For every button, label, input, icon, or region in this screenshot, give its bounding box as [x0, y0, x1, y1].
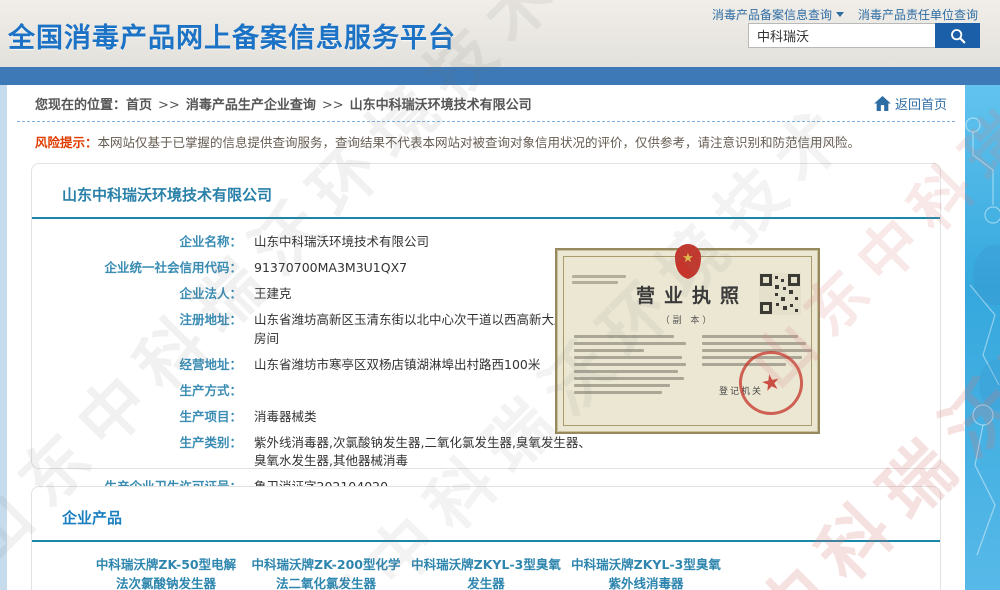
breadcrumb-current: 山东中科瑞沃环境技术有限公司: [350, 98, 532, 113]
field-value: 91370700MA3M3U1QX7: [254, 259, 407, 277]
home-icon: [874, 96, 891, 111]
field-label: 生产方式：: [32, 382, 242, 400]
license-inner-border: ★: [563, 256, 812, 426]
page-header: 全国消毒产品网上备案信息服务平台 消毒产品备案信息查询 消毒产品责任单位查询: [0, 0, 1000, 67]
svg-text:★: ★: [682, 251, 694, 266]
search-input[interactable]: [748, 23, 935, 48]
risk-notice-text: 本网站仅基于已掌握的信息提供查询服务，查询结果不代表本网站对被查询对象信用状况的…: [98, 135, 861, 150]
product-link-zk50[interactable]: 中科瑞沃牌ZK-50型电解法次氯酸钠发生器: [90, 555, 242, 590]
molecule-decoration: [965, 85, 1000, 590]
field-label: 经营地址：: [32, 356, 242, 374]
products-section-title: 企业产品: [32, 487, 940, 528]
panel-title-underline: [32, 217, 940, 219]
main-content: 您现在的位置：首页 >> 消毒产品生产企业查询 >> 山东中科瑞沃环境技术有限公司 返回…: [0, 85, 965, 590]
license-qr-code: [759, 273, 801, 319]
risk-notice: 风险提示：本网站仅基于已掌握的信息提供查询服务，查询结果不代表本网站对被查询对象…: [7, 122, 965, 157]
site-title: 全国消毒产品网上备案信息服务平台: [8, 16, 456, 55]
breadcrumb-separator: >>: [322, 98, 344, 113]
breadcrumb-separator: >>: [158, 98, 180, 113]
products-panel: 企业产品 中科瑞沃牌ZK-50型电解法次氯酸钠发生器 中科瑞沃牌ZK-200型化…: [31, 486, 941, 590]
field-label: 生产项目：: [32, 408, 242, 426]
product-link-zk200[interactable]: 中科瑞沃牌ZK-200型化学法二氧化氯发生器: [250, 555, 402, 590]
seal-star-icon: ★: [759, 369, 784, 398]
product-link-zkyl3-ozone[interactable]: 中科瑞沃牌ZKYL-3型臭氧发生器: [410, 555, 562, 590]
field-label: 注册地址：: [32, 311, 242, 347]
license-number-lines: [572, 275, 628, 287]
search-box: [748, 23, 980, 48]
field-value: 消毒器械类: [254, 408, 317, 426]
breadcrumb-home-link[interactable]: 首页: [126, 98, 152, 113]
field-value: 王建克: [254, 285, 292, 303]
return-home-label: 返回首页: [895, 94, 947, 113]
field-label: 生产类别：: [32, 434, 242, 470]
search-icon: [949, 27, 967, 45]
field-value: 山东省潍坊市寒亭区双杨店镇湖淋埠出村路西100米: [254, 356, 540, 374]
company-name-heading: 山东中科瑞沃环境技术有限公司: [32, 164, 940, 205]
nav-record-info-query-label: 消毒产品备案信息查询: [712, 6, 832, 23]
panel-title-underline: [32, 540, 940, 542]
search-button[interactable]: [935, 23, 980, 48]
field-label: 企业名称：: [32, 233, 242, 251]
breadcrumb-category-link[interactable]: 消毒产品生产企业查询: [186, 98, 316, 113]
nav-responsible-unit-query-label: 消毒产品责任单位查询: [858, 6, 978, 23]
business-license-image[interactable]: ★: [555, 248, 820, 434]
product-link-zkyl3-uv[interactable]: 中科瑞沃牌ZKYL-3型臭氧紫外线消毒器: [570, 555, 722, 590]
field-value: 山东中科瑞沃环境技术有限公司: [254, 233, 429, 251]
nav-responsible-unit-query[interactable]: 消毒产品责任单位查询: [858, 6, 978, 23]
field-value: 山东省潍坊高新区玉清东街以北中心次干道以西高新大厦502房间: [254, 311, 599, 347]
nav-record-info-query[interactable]: 消毒产品备案信息查询: [712, 6, 844, 23]
top-nav: 消毒产品备案信息查询 消毒产品责任单位查询: [712, 6, 978, 23]
risk-notice-label: 风险提示：: [35, 135, 98, 150]
license-left-text-lines: [574, 335, 689, 398]
breadcrumb-prefix: 您现在的位置：: [35, 98, 126, 113]
decorative-side-background: [965, 85, 1000, 590]
header-divider-bar: [0, 67, 1000, 85]
company-info-panel: 山东中科瑞沃环境技术有限公司 企业名称： 山东中科瑞沃环境技术有限公司 企业统一…: [31, 163, 941, 469]
product-list: 中科瑞沃牌ZK-50型电解法次氯酸钠发生器 中科瑞沃牌ZK-200型化学法二氧化…: [90, 555, 940, 590]
field-label: 企业法人：: [32, 285, 242, 303]
chevron-down-icon: [836, 12, 844, 17]
field-value: 紫外线消毒器,次氯酸钠发生器,二氧化氯发生器,臭氧发生器、臭氧水发生器,其他器械…: [254, 434, 599, 470]
national-emblem-icon: ★: [671, 241, 705, 283]
field-row-production-category: 生产类别： 紫外线消毒器,次氯酸钠发生器,二氧化氯发生器,臭氧发生器、臭氧水发生…: [32, 430, 940, 474]
breadcrumb-row: 您现在的位置：首页 >> 消毒产品生产企业查询 >> 山东中科瑞沃环境技术有限公司 返回…: [7, 85, 965, 119]
field-label: 企业统一社会信用代码：: [32, 259, 242, 277]
return-home-link[interactable]: 返回首页: [874, 94, 947, 113]
breadcrumb: 您现在的位置：首页 >> 消毒产品生产企业查询 >> 山东中科瑞沃环境技术有限公司: [35, 94, 532, 113]
